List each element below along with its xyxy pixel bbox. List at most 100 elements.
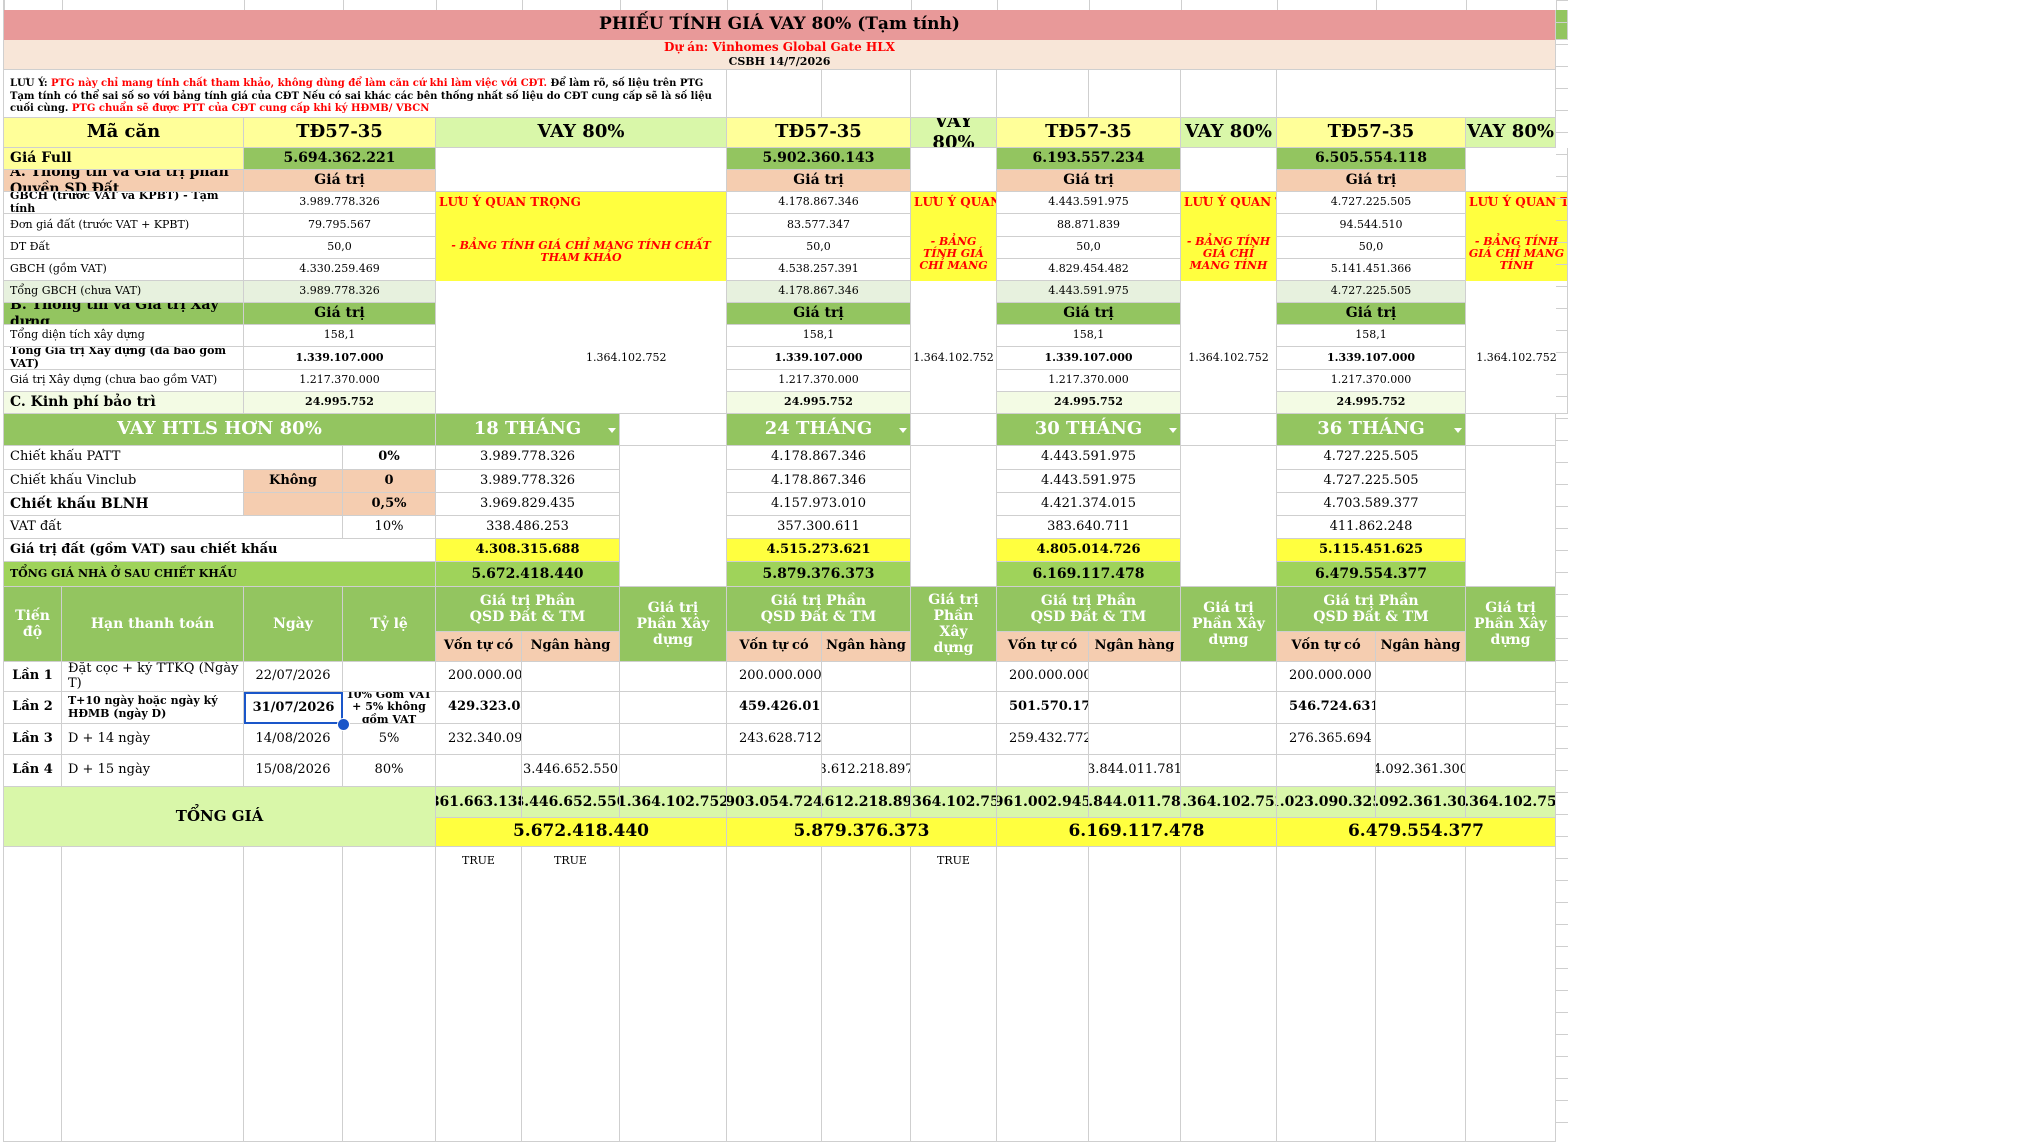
xd-value[interactable]	[1466, 755, 1556, 787]
gt-xd-chua-value[interactable]: 1.217.370.000	[1277, 370, 1466, 392]
kpbt-value[interactable]: 24.995.752	[244, 392, 436, 414]
check-value[interactable]: TRUE	[522, 847, 620, 1142]
gt-xd-chua-value[interactable]: 1.217.370.000	[997, 370, 1181, 392]
check-value[interactable]	[343, 847, 436, 1142]
tong-dt-xd-value[interactable]: 158,1	[1277, 325, 1466, 347]
dt-dat-label[interactable]: DT Đất	[4, 237, 244, 259]
ngan-hang-header[interactable]: Ngân hàng	[822, 632, 911, 662]
xd-value[interactable]	[1181, 755, 1277, 787]
han-tt-value[interactable]: Đặt cọc + ký TTKQ (Ngày T)	[62, 662, 244, 692]
von-tu-co-value[interactable]: 501.570.173	[997, 692, 1089, 724]
cell[interactable]	[997, 70, 1089, 118]
tong-dt-xd-value[interactable]: 158,1	[997, 325, 1181, 347]
sum-xd-value[interactable]: 1.364.102.752	[1466, 787, 1556, 818]
xd-value[interactable]	[620, 724, 727, 755]
xd-header[interactable]: Giá trị Phần Xây dựng	[911, 587, 997, 662]
sum-xd-value[interactable]: 1.364.102.752	[911, 787, 997, 818]
ck-patt-label[interactable]: Chiết khấu PATT	[4, 446, 343, 470]
dt-dat-value[interactable]: 50,0	[997, 237, 1181, 259]
vat-dat-value[interactable]: 357.300.611	[727, 516, 911, 539]
ck-blnh-label[interactable]: Chiết khấu BLNH	[4, 493, 244, 516]
von-tu-co-value[interactable]: 459.426.013	[727, 692, 822, 724]
check-value[interactable]	[1181, 847, 1277, 1142]
gt-dat-sau-label[interactable]: Giá trị đất (gồm VAT) sau chiết khấu	[4, 539, 436, 562]
ck-blnh-value[interactable]: 4.703.589.377	[1277, 493, 1466, 516]
xd-header[interactable]: Giá trị Phần Xây dựng	[1181, 587, 1277, 662]
xd-side-value[interactable]: 1.364.102.752	[1466, 347, 1568, 370]
ngan-hang-value[interactable]	[1089, 724, 1181, 755]
cell[interactable]	[911, 446, 997, 587]
von-tu-co-header[interactable]: Vốn tự có	[436, 632, 522, 662]
ngay-value[interactable]: 15/08/2026	[244, 755, 343, 787]
ngay-value[interactable]: 31/07/2026	[244, 692, 343, 724]
tong-gia-nha-value[interactable]: 5.879.376.373	[727, 562, 911, 587]
check-value[interactable]	[997, 847, 1089, 1142]
ngan-hang-value[interactable]	[522, 692, 620, 724]
ngan-hang-value[interactable]	[1089, 692, 1181, 724]
ngan-hang-value[interactable]	[822, 724, 911, 755]
sum-von-value[interactable]: 961.002.945	[997, 787, 1089, 818]
ck-patt-value[interactable]: 3.989.778.326	[436, 446, 620, 470]
ty-le-value[interactable]: 5%	[343, 724, 436, 755]
qsd-header[interactable]: Giá trị Phần QSD Đất & TM	[1277, 587, 1466, 632]
sum-xd-value[interactable]: 1.364.102.752	[1181, 787, 1277, 818]
tong-gt-xd-value[interactable]: 1.339.107.000	[997, 347, 1181, 370]
gia-full-value[interactable]: 5.694.362.221	[244, 148, 436, 170]
sum-von-value[interactable]: 1.023.090.325	[1277, 787, 1376, 818]
xd-header[interactable]: Giá trị Phần Xây dựng	[1466, 587, 1556, 662]
don-gia-value[interactable]: 94.544.510	[1277, 214, 1466, 237]
ngan-hang-value[interactable]	[822, 662, 911, 692]
xd-value[interactable]	[1466, 724, 1556, 755]
gbch-vat-value[interactable]: 4.829.454.482	[997, 259, 1181, 281]
cell[interactable]	[1277, 70, 1556, 118]
chevron-down-icon[interactable]	[1169, 428, 1177, 433]
vat-dat-value[interactable]: 338.486.253	[436, 516, 620, 539]
qsd-header[interactable]: Giá trị Phần QSD Đất & TM	[436, 587, 620, 632]
gia-tri-header[interactable]: Giá trị	[727, 170, 911, 192]
ck-vinclub-value[interactable]: 3.989.778.326	[436, 470, 620, 493]
pct-value[interactable]: 0	[343, 470, 436, 493]
check-value[interactable]	[1466, 847, 1556, 1142]
important-note[interactable]: LƯU Ý QUAN TRỌNG - BẢNG TÍNH GIÁ CHỈ MANG…	[1466, 192, 1568, 281]
vat-dat-label[interactable]: VAT đất	[4, 516, 343, 539]
von-tu-co-value[interactable]: 429.323.041	[436, 692, 522, 724]
von-tu-co-value[interactable]	[997, 755, 1089, 787]
han-tt-value[interactable]: D + 14 ngày	[62, 724, 244, 755]
gt-dat-sau-value[interactable]: 5.115.451.625	[1277, 539, 1466, 562]
xd-value[interactable]	[911, 662, 997, 692]
xd-side-value[interactable]: 1.364.102.752	[911, 347, 997, 370]
cell[interactable]	[1181, 370, 1277, 414]
tong-gbch-label[interactable]: Tổng GBCH (chưa VAT)	[4, 281, 244, 303]
ck-blnh-value[interactable]: 3.969.829.435	[436, 493, 620, 516]
vinclub-select[interactable]: Không	[244, 470, 343, 493]
xd-value[interactable]	[620, 662, 727, 692]
vat-dat-value[interactable]: 383.640.711	[997, 516, 1181, 539]
cell[interactable]	[1181, 446, 1277, 587]
ck-vinclub-value[interactable]: 4.443.591.975	[997, 470, 1181, 493]
sum-bank-value[interactable]: 4.092.361.300	[1376, 787, 1466, 818]
ngan-hang-value[interactable]	[1376, 662, 1466, 692]
gia-tri-header[interactable]: Giá trị	[997, 170, 1181, 192]
check-value[interactable]: TRUE	[911, 847, 997, 1142]
cell[interactable]	[911, 281, 997, 347]
don-gia-value[interactable]: 79.795.567	[244, 214, 436, 237]
xd-value[interactable]	[1181, 724, 1277, 755]
han-tt-value[interactable]: D + 15 ngày	[62, 755, 244, 787]
cell[interactable]	[436, 370, 727, 414]
cell[interactable]	[1181, 414, 1277, 446]
von-tu-co-value[interactable]	[727, 755, 822, 787]
sum-bank-value[interactable]: 3.612.218.897	[822, 787, 911, 818]
ty-le-value[interactable]: 80%	[343, 755, 436, 787]
check-value[interactable]	[4, 847, 62, 1142]
gia-tri-header[interactable]: Giá trị	[1277, 303, 1466, 325]
von-tu-co-value[interactable]: 200.000.000	[997, 662, 1089, 692]
von-tu-co-value[interactable]: 546.724.631	[1277, 692, 1376, 724]
gbch-vat-label[interactable]: GBCH (gồm VAT)	[4, 259, 244, 281]
gia-full-value[interactable]: 6.193.557.234	[997, 148, 1181, 170]
gbch-vat-value[interactable]: 4.538.257.391	[727, 259, 911, 281]
von-tu-co-value[interactable]: 243.628.712	[727, 724, 822, 755]
unit-code[interactable]: TĐ57-35	[997, 118, 1181, 148]
important-note[interactable]: LƯU Ý QUAN TRỌNG - BẢNG TÍNH GIÁ CHỈ MANG…	[436, 192, 727, 281]
xd-value[interactable]	[911, 692, 997, 724]
cell[interactable]	[1556, 10, 1568, 40]
